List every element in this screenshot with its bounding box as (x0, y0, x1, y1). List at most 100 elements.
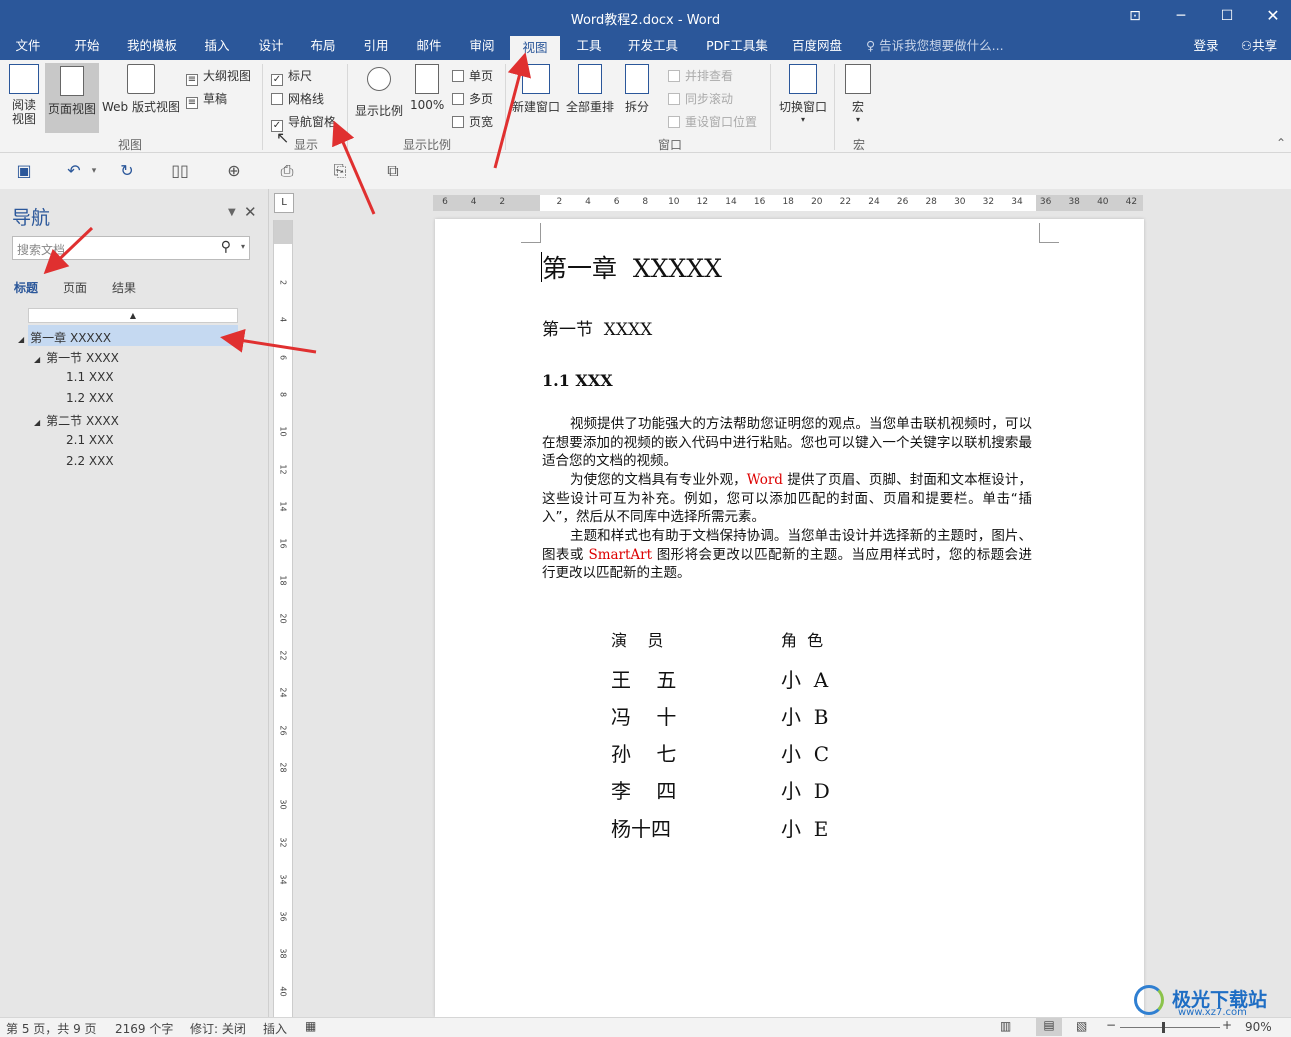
ruler-tick-label: 20 (278, 613, 288, 624)
print-preview-icon[interactable]: ⎙ (277, 161, 297, 181)
nav-close-icon[interactable]: ✕ (244, 203, 257, 221)
tab-layout[interactable]: 布局 (300, 34, 346, 60)
split-button[interactable]: 拆分 (620, 64, 654, 115)
nav-tab-pages[interactable]: 页面 (63, 279, 87, 296)
undo-icon[interactable]: ↶ (64, 161, 84, 181)
ruler-checkbox[interactable]: ✓ 标尺 (271, 67, 312, 86)
nav-tab-results[interactable]: 结果 (112, 279, 136, 296)
search-dropdown-icon[interactable]: ▾ (241, 242, 245, 251)
vertical-ruler[interactable]: 2 4 6 8 10 12 14 16 18 20 22 24 26 28 30 32 34 36 38 40 (273, 220, 293, 1017)
paragraph-2[interactable]: 为使您的文档具有专业外观，Word 提供了页眉、页脚、封面和文本框设计，这些设计… (542, 471, 1032, 527)
ruler-tick-label: 6 (613, 197, 620, 207)
web-icon[interactable]: ⊕ (224, 161, 244, 181)
read-mode-icon[interactable]: ▥ (1000, 1019, 1011, 1033)
tab-references[interactable]: 引用 (353, 34, 399, 60)
custom-tool-icon[interactable]: ⧉ (383, 161, 403, 181)
web-layout-icon[interactable]: ▧ (1076, 1019, 1087, 1033)
horizontal-ruler[interactable]: 6 4 2 2 4 6 8 10 12 14 16 18 20 22 24 26 28 30 32 34 36 38 40 4… (433, 195, 1143, 211)
print-layout-icon[interactable]: ▤ (1036, 1018, 1062, 1036)
switch-window-button[interactable]: 切换窗口 ▾ (776, 64, 830, 124)
document-page[interactable]: 第一章 XXXXX 第一节 XXXX 1.1 XXX 视频提供了功能强大的方法帮… (435, 219, 1144, 1017)
tab-pdf-tools[interactable]: PDF工具集 (697, 34, 777, 60)
ruler-tick-label: 26 (278, 725, 288, 736)
status-page[interactable]: 第 5 页，共 9 页 (6, 1020, 97, 1037)
multi-page-button[interactable]: 多页 (452, 90, 493, 107)
zoom-100-button[interactable]: 100% (410, 64, 444, 112)
tab-home[interactable]: 开始 (62, 34, 112, 60)
paragraph-3[interactable]: 主题和样式也有助于文档保持协调。当您单击设计并选择新的主题时，图片、图表或 Sm… (542, 527, 1032, 583)
draft-button[interactable]: ≡ 草稿 (186, 90, 227, 109)
print-layout-button[interactable]: 页面视图 (45, 63, 99, 133)
search-input[interactable]: 搜索文档 ⚲ ▾ (12, 236, 250, 260)
macros-button[interactable]: 宏 ▾ (840, 64, 876, 124)
save-icon[interactable]: ▣ (14, 161, 34, 181)
zoom-level[interactable]: 90% (1245, 1020, 1272, 1034)
tab-design[interactable]: 设计 (248, 34, 294, 60)
share-button[interactable]: ⚇共享 (1232, 34, 1286, 60)
tree-item-section-2[interactable]: ◢ 第二节 XXXX (34, 412, 119, 429)
close-icon[interactable]: ✕ (1250, 0, 1291, 32)
person-icon: ⚇ (1240, 38, 1253, 53)
expand-triangle-icon[interactable]: ◢ (34, 355, 40, 364)
nav-tab-headings[interactable]: 标题 (14, 279, 38, 296)
tab-my-templates[interactable]: 我的模板 (118, 34, 186, 60)
zoom-slider[interactable] (1120, 1027, 1220, 1028)
tab-baidu-netdisk[interactable]: 百度网盘 (785, 34, 849, 60)
tab-view[interactable]: 视图 (510, 34, 560, 60)
arrange-all-button[interactable]: 全部重排 (564, 64, 616, 115)
expand-triangle-icon[interactable]: ◢ (18, 335, 24, 344)
arrange-all-label: 全部重排 (565, 100, 614, 114)
reset-position-button[interactable]: 重设窗口位置 (668, 113, 757, 130)
zoom-slider-thumb[interactable] (1162, 1022, 1165, 1033)
status-words[interactable]: 2169 个字 (115, 1020, 173, 1037)
nav-divider[interactable] (268, 189, 269, 1017)
tab-insert[interactable]: 插入 (194, 34, 240, 60)
macro-record-icon[interactable]: ▦ (305, 1019, 316, 1033)
outline-button[interactable]: ≡ 大纲视图 (186, 67, 251, 86)
page-width-button[interactable]: 页宽 (452, 113, 493, 130)
side-by-side-icon[interactable]: ▯▯ (170, 161, 190, 181)
status-track-changes[interactable]: 修订: 关闭 (190, 1020, 246, 1037)
maximize-icon[interactable]: ☐ (1204, 0, 1250, 32)
minimize-icon[interactable]: ─ (1158, 0, 1204, 32)
tree-item-1-1[interactable]: 1.1 XXX (66, 370, 114, 384)
side-by-side-button[interactable]: 并排查看 (668, 67, 733, 84)
expand-triangle-icon[interactable]: ◢ (34, 418, 40, 427)
tree-item-1-2[interactable]: 1.2 XXX (66, 391, 114, 405)
one-page-button[interactable]: 单页 (452, 67, 493, 84)
heading-2[interactable]: 第一节 XXXX (542, 315, 652, 340)
paragraph-1[interactable]: 视频提供了功能强大的方法帮助您证明您的观点。当您单击联机视频时，可以在想要添加的… (542, 415, 1032, 471)
login-button[interactable]: 登录 (1184, 34, 1228, 60)
status-insert-mode[interactable]: 插入 (263, 1020, 287, 1037)
tell-me-box[interactable]: ♀ 告诉我您想要做什么... (866, 34, 1016, 60)
tab-selector[interactable]: L (274, 193, 294, 213)
new-window-button[interactable]: 新建窗口 (510, 64, 562, 115)
nav-options-icon[interactable]: ▼ (228, 207, 236, 218)
heading-1[interactable]: 第一章 XXXXX (542, 249, 722, 285)
zoom-in-icon[interactable]: + (1222, 1018, 1232, 1032)
tree-item-chapter-1[interactable]: ◢ 第一章 XXXXX (18, 329, 111, 346)
tree-item-2-1[interactable]: 2.1 XXX (66, 433, 114, 447)
heading-3[interactable]: 1.1 XXX (542, 371, 613, 390)
zoom-out-icon[interactable]: − (1106, 1018, 1116, 1032)
attach-icon[interactable]: ⎘ (330, 161, 350, 181)
collapse-all-button[interactable]: ▲ (28, 308, 238, 323)
tab-review[interactable]: 审阅 (459, 34, 505, 60)
search-icon[interactable]: ⚲ (221, 239, 231, 255)
gridlines-checkbox[interactable]: 网格线 (271, 90, 324, 107)
tab-tools[interactable]: 工具 (566, 34, 612, 60)
read-mode-button[interactable]: 阅读 视图 (4, 64, 44, 126)
tab-file[interactable]: 文件 (4, 34, 52, 60)
sync-scroll-button[interactable]: 同步滚动 (668, 90, 733, 107)
undo-dropdown-icon[interactable]: ▾ (84, 161, 104, 181)
web-layout-button[interactable]: Web 版式视图 (100, 64, 182, 115)
redo-icon[interactable]: ↻ (117, 161, 137, 181)
tab-mailings[interactable]: 邮件 (406, 34, 452, 60)
tree-item-section-1[interactable]: ◢ 第一节 XXXX (34, 349, 119, 366)
collapse-ribbon-icon[interactable]: ⌃ (1276, 136, 1286, 150)
tree-item-2-2[interactable]: 2.2 XXX (66, 454, 114, 468)
zoom-button[interactable]: 显示比例 (352, 64, 406, 119)
vertical-scrollbar[interactable] (1276, 189, 1291, 1017)
tab-developer[interactable]: 开发工具 (620, 34, 686, 60)
ribbon-display-icon[interactable]: ⊡ (1112, 0, 1158, 32)
